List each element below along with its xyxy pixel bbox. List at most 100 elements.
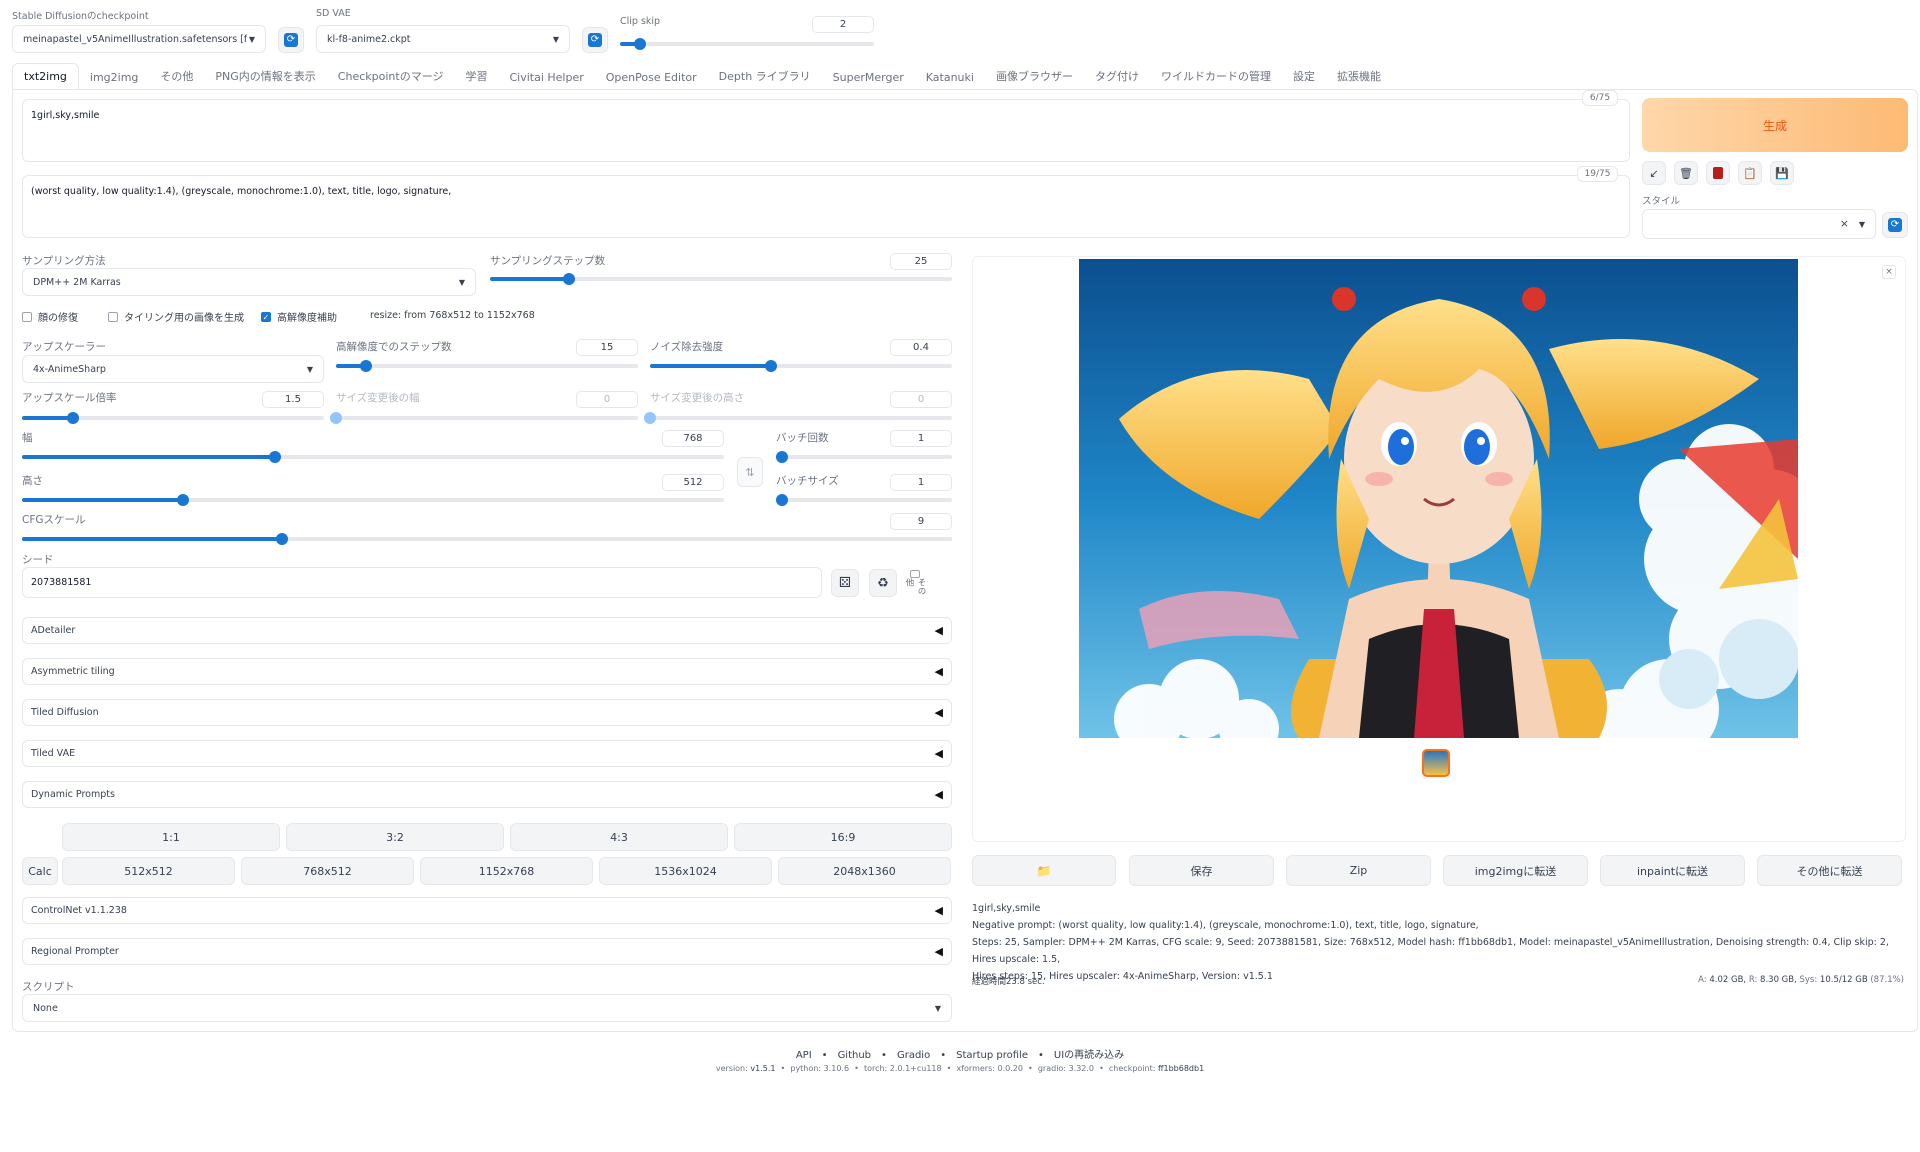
upscaler-select[interactable]: 4x-AnimeSharp ▼: [22, 355, 324, 383]
refresh-vae-button[interactable]: ⟳: [582, 27, 608, 53]
tab-7[interactable]: OpenPose Editor: [595, 65, 708, 90]
cfg-slider[interactable]: [22, 533, 952, 545]
apply-style-button[interactable]: 📋: [1738, 161, 1762, 185]
generate-button[interactable]: 生成: [1642, 98, 1908, 152]
sampling-method-select[interactable]: DPM++ 2M Karras ▼: [22, 268, 476, 296]
footer-link-4[interactable]: UIの再読み込み: [1054, 1050, 1124, 1061]
checkbox-box[interactable]: [108, 311, 118, 322]
generated-image[interactable]: [1079, 259, 1798, 738]
script-select[interactable]: None ▼: [22, 994, 952, 1022]
slider-thumb[interactable]: [776, 494, 788, 506]
width-slider[interactable]: [22, 451, 724, 463]
tab-14[interactable]: 設定: [1282, 62, 1326, 90]
tab-11[interactable]: 画像ブラウザー: [985, 62, 1084, 90]
slider-thumb[interactable]: [776, 451, 788, 463]
style-select[interactable]: × ▼: [1642, 209, 1876, 239]
seed-input[interactable]: 2073881581: [22, 567, 822, 598]
slider-thumb[interactable]: [634, 38, 647, 50]
clip-skip-input[interactable]: 2: [812, 16, 874, 33]
tab-0[interactable]: txt2img: [12, 63, 79, 90]
clip-skip-slider[interactable]: [620, 38, 874, 50]
height-input[interactable]: 512: [662, 474, 724, 491]
tab-5[interactable]: 学習: [454, 62, 498, 90]
accordion-1[interactable]: Asymmetric tiling ◀: [22, 658, 952, 685]
ratio-button-0[interactable]: 1:1: [62, 823, 280, 851]
resize-height-slider[interactable]: [644, 412, 952, 424]
width-input[interactable]: 768: [662, 430, 724, 447]
gallery-thumbnail[interactable]: [1422, 749, 1450, 777]
batch-size-slider[interactable]: [776, 494, 952, 506]
denoise-input[interactable]: 0.4: [890, 339, 952, 356]
footer-link-0[interactable]: API: [796, 1050, 812, 1061]
size-button-3[interactable]: 1536x1024: [599, 857, 772, 885]
output-button-4[interactable]: その他に転送: [1757, 855, 1902, 886]
slider-thumb[interactable]: [268, 451, 281, 463]
tab-8[interactable]: Depth ライブラリ: [708, 62, 822, 90]
save-style-button[interactable]: 💾: [1770, 161, 1794, 185]
batch-count-input[interactable]: 1: [890, 430, 952, 447]
batch-size-input[interactable]: 1: [890, 474, 952, 491]
tab-10[interactable]: Katanuki: [915, 65, 985, 90]
accordion2-0[interactable]: ControlNet v1.1.238 ◀: [22, 897, 952, 924]
accordion-2[interactable]: Tiled Diffusion ◀: [22, 699, 952, 726]
checkbox-box[interactable]: [22, 311, 32, 322]
prompt-textarea[interactable]: 1girl,sky,smile: [22, 99, 1630, 162]
output-button-0[interactable]: 保存: [1129, 855, 1274, 886]
hires-steps-slider[interactable]: [336, 360, 638, 372]
ratio-button-2[interactable]: 4:3: [510, 823, 728, 851]
face-restore-checkbox[interactable]: 顔の修復: [22, 309, 78, 324]
reuse-seed-button[interactable]: ♻: [869, 569, 897, 597]
cfg-input[interactable]: 9: [890, 513, 952, 530]
size-button-4[interactable]: 2048x1360: [778, 857, 951, 885]
tab-15[interactable]: 拡張機能: [1326, 62, 1392, 90]
tab-2[interactable]: その他: [149, 62, 204, 90]
extra-networks-button[interactable]: [1706, 161, 1730, 185]
tab-3[interactable]: PNG内の情報を表示: [204, 62, 326, 90]
tab-4[interactable]: Checkpointのマージ: [327, 62, 455, 90]
accordion-4[interactable]: Dynamic Prompts ◀: [22, 781, 952, 808]
vae-select[interactable]: kl-f8-anime2.ckpt ▼: [316, 25, 570, 53]
clear-prompt-button[interactable]: 🗑: [1674, 161, 1698, 185]
read-params-button[interactable]: ↙: [1642, 161, 1666, 185]
accordion2-1[interactable]: Regional Prompter ◀: [22, 938, 952, 965]
denoise-slider[interactable]: [650, 360, 952, 372]
random-seed-button[interactable]: ⚄: [831, 569, 859, 597]
tiling-checkbox[interactable]: タイリング用の画像を生成: [108, 309, 244, 324]
tab-6[interactable]: Civitai Helper: [498, 65, 594, 90]
tab-13[interactable]: ワイルドカードの管理: [1150, 62, 1282, 90]
output-button-3[interactable]: inpaintに転送: [1600, 855, 1745, 886]
refresh-checkpoint-button[interactable]: ⟳: [278, 27, 304, 53]
size-button-0[interactable]: 512x512: [62, 857, 235, 885]
resize-width-slider[interactable]: [330, 412, 638, 424]
slider-thumb[interactable]: [764, 360, 777, 372]
close-icon[interactable]: ×: [1882, 265, 1896, 279]
checkmark-icon[interactable]: ✓: [261, 311, 271, 322]
open-folder-button[interactable]: 📁: [972, 855, 1116, 886]
output-button-1[interactable]: Zip: [1286, 855, 1431, 886]
resize-height-input[interactable]: 0: [890, 391, 952, 408]
seed-extra-toggle[interactable]: その他: [904, 570, 926, 598]
resize-width-input[interactable]: 0: [576, 391, 638, 408]
tab-1[interactable]: img2img: [79, 65, 150, 90]
hires-fix-checkbox[interactable]: ✓ 高解像度補助: [261, 309, 337, 324]
accordion-0[interactable]: ADetailer ◀: [22, 617, 952, 644]
size-button-1[interactable]: 768x512: [241, 857, 414, 885]
upscale-by-input[interactable]: 1.5: [262, 391, 324, 408]
ratio-button-3[interactable]: 16:9: [734, 823, 952, 851]
tab-9[interactable]: SuperMerger: [822, 65, 915, 90]
checkpoint-select[interactable]: meinapastel_v5AnimeIllustration.safetens…: [12, 25, 266, 53]
negative-prompt-textarea[interactable]: (worst quality, low quality:1.4), (greys…: [22, 175, 1630, 238]
accordion-3[interactable]: Tiled VAE ◀: [22, 740, 952, 767]
ratio-button-1[interactable]: 3:2: [286, 823, 504, 851]
sampling-steps-slider[interactable]: [490, 273, 952, 285]
swap-dimensions-button[interactable]: ⇅: [737, 457, 763, 487]
tab-12[interactable]: タグ付け: [1084, 62, 1150, 90]
calc-button[interactable]: Calc: [22, 857, 58, 885]
sampling-steps-input[interactable]: 25: [890, 253, 952, 270]
clear-style-icon[interactable]: ×: [1840, 218, 1849, 230]
height-slider[interactable]: [22, 494, 724, 506]
footer-link-1[interactable]: Github: [838, 1050, 871, 1061]
slider-thumb[interactable]: [562, 273, 575, 285]
batch-count-slider[interactable]: [776, 451, 952, 463]
hires-steps-input[interactable]: 15: [576, 339, 638, 356]
